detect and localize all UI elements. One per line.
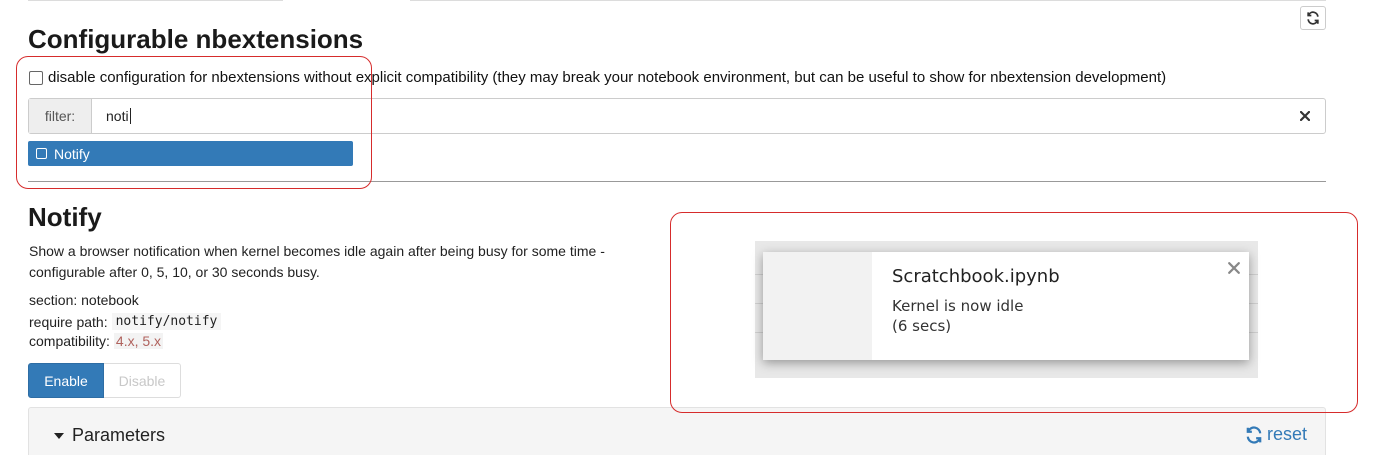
parameters-label: Parameters xyxy=(72,425,166,445)
compat-label: compatibility: xyxy=(29,333,110,349)
enable-button[interactable]: Enable xyxy=(28,363,104,398)
require-value: notify/notify xyxy=(111,313,222,330)
tab-underline-left xyxy=(28,0,283,1)
extension-section: section: notebook xyxy=(29,292,139,308)
section-text: section: notebook xyxy=(29,292,139,308)
reset-button[interactable]: reset xyxy=(1245,424,1307,445)
page-title: Configurable nbextensions xyxy=(28,24,364,54)
annotation-highlight xyxy=(16,56,372,189)
caret-down-icon xyxy=(54,432,64,439)
extension-title: Notify xyxy=(28,202,102,232)
parameters-toggle[interactable]: Parameters xyxy=(54,425,165,446)
filter-clear-button[interactable] xyxy=(1285,99,1325,133)
disable-button[interactable]: Disable xyxy=(104,363,181,398)
clear-icon xyxy=(1300,111,1310,121)
extension-description: Show a browser notification when kernel … xyxy=(29,243,605,280)
annotation-highlight xyxy=(670,212,1358,413)
compat-value: 4.x, 5.x xyxy=(113,333,164,349)
reset-label: reset xyxy=(1266,424,1307,444)
refresh-icon xyxy=(1307,11,1319,25)
enable-disable-group: Enable Disable xyxy=(28,363,181,398)
tab-underline-right xyxy=(410,0,1326,1)
extension-require-path: require path: notify/notify xyxy=(29,313,222,330)
parameters-panel: Parameters reset xyxy=(28,407,1326,455)
reset-icon xyxy=(1246,425,1262,444)
refresh-button[interactable] xyxy=(1300,6,1326,30)
require-label: require path: xyxy=(29,313,108,330)
extension-compatibility: compatibility: 4.x, 5.x xyxy=(29,333,164,349)
